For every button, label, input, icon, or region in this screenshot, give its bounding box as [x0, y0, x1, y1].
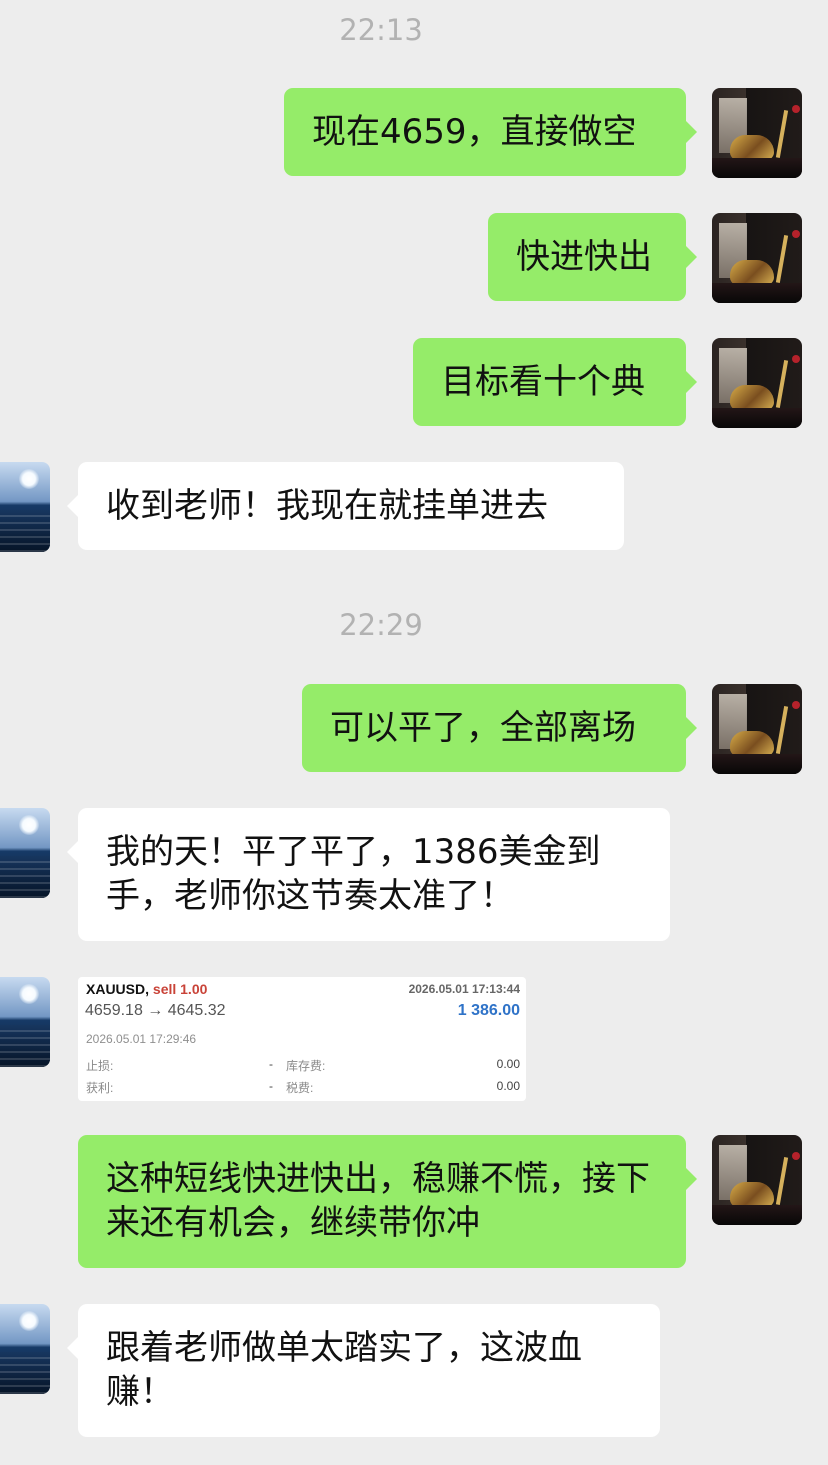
- trade-profit: 1 386.00: [457, 1002, 520, 1019]
- dark-table-icon: [712, 283, 802, 303]
- message-bubble-teacher[interactable]: 这种短线快进快出，稳赚不慌，接下来还有机会，继续带你冲: [78, 1135, 697, 1268]
- timestamp: 22:13: [339, 13, 423, 47]
- bronze-ox-icon: [730, 1182, 774, 1207]
- sea-icon: [0, 856, 50, 898]
- chat-window: 22:13 现在4659，直接做空 快进快出 目标看十个典 收到老师！我现在就挂…: [0, 0, 828, 1465]
- red-flower-icon: [792, 105, 800, 113]
- red-flower-icon: [792, 355, 800, 363]
- dark-table-icon: [712, 1205, 802, 1225]
- teacher-avatar-icon[interactable]: [712, 1135, 802, 1225]
- bronze-ox-icon: [730, 731, 774, 756]
- dark-table-icon: [712, 158, 802, 178]
- bronze-ox-icon: [730, 135, 774, 160]
- sun-icon: [19, 984, 39, 1004]
- teacher-avatar-icon[interactable]: [712, 213, 802, 303]
- trade-screenshot-card[interactable]: XAUUSD, sell 1.00 2026.05.01 17:13:44 46…: [78, 977, 526, 1101]
- sun-icon: [19, 815, 39, 835]
- bottom-edge: [0, 1455, 828, 1465]
- trade-open-time: 2026.05.01 17:29:46: [86, 1032, 197, 1046]
- message-bubble-teacher[interactable]: 现在4659，直接做空: [284, 88, 697, 176]
- stop-loss-label: 止损:: [86, 1059, 114, 1073]
- crane-statue-icon: [775, 235, 789, 283]
- message-bubble-teacher[interactable]: 可以平了，全部离场: [302, 684, 697, 772]
- teacher-avatar-icon[interactable]: [712, 684, 802, 774]
- red-flower-icon: [792, 230, 800, 238]
- bronze-ox-icon: [730, 385, 774, 410]
- crane-statue-icon: [775, 706, 789, 754]
- take-profit-label: 获利:: [86, 1081, 114, 1095]
- dark-table-icon: [712, 408, 802, 428]
- crane-statue-icon: [775, 110, 789, 158]
- red-flower-icon: [792, 1152, 800, 1160]
- teacher-avatar-icon[interactable]: [712, 338, 802, 428]
- tax-label: 税费:: [286, 1081, 314, 1095]
- crane-statue-icon: [775, 1157, 789, 1205]
- message-bubble-user[interactable]: 跟着老师做单太踏实了，这波血赚！: [67, 1304, 660, 1437]
- take-profit-value: -: [269, 1079, 273, 1093]
- sun-icon: [19, 1311, 39, 1331]
- user-avatar-icon[interactable]: [0, 1304, 50, 1394]
- sea-icon: [0, 1352, 50, 1394]
- bronze-ox-icon: [730, 260, 774, 285]
- dark-table-icon: [712, 754, 802, 774]
- teacher-avatar-icon[interactable]: [712, 88, 802, 178]
- user-avatar-icon[interactable]: [0, 808, 50, 898]
- swap-value: 0.00: [496, 1057, 520, 1071]
- swap-label: 库存费:: [286, 1059, 326, 1073]
- trade-close-time: 2026.05.01 17:13:44: [408, 982, 520, 996]
- trade-price-move: 4659.18 → 4645.32: [85, 1002, 226, 1019]
- user-avatar-icon[interactable]: [0, 977, 50, 1067]
- message-bubble-teacher[interactable]: 目标看十个典: [413, 338, 697, 426]
- message-bubble-user[interactable]: 我的天！平了平了，1386美金到手，老师你这节奏太准了！: [67, 808, 670, 941]
- tax-value: 0.00: [496, 1079, 520, 1093]
- sea-icon: [0, 510, 50, 552]
- trade-symbol-line: XAUUSD, sell 1.00: [86, 981, 207, 997]
- sea-icon: [0, 1025, 50, 1067]
- message-bubble-user[interactable]: 收到老师！我现在就挂单进去: [67, 462, 624, 550]
- trade-side: sell 1.00: [152, 981, 208, 997]
- timestamp: 22:29: [339, 608, 423, 642]
- trade-symbol: XAUUSD,: [86, 981, 150, 997]
- red-flower-icon: [792, 701, 800, 709]
- message-bubble-teacher[interactable]: 快进快出: [488, 213, 697, 301]
- crane-statue-icon: [775, 360, 789, 408]
- user-avatar-icon[interactable]: [0, 462, 50, 552]
- sun-icon: [19, 469, 39, 489]
- stop-loss-value: -: [269, 1057, 273, 1071]
